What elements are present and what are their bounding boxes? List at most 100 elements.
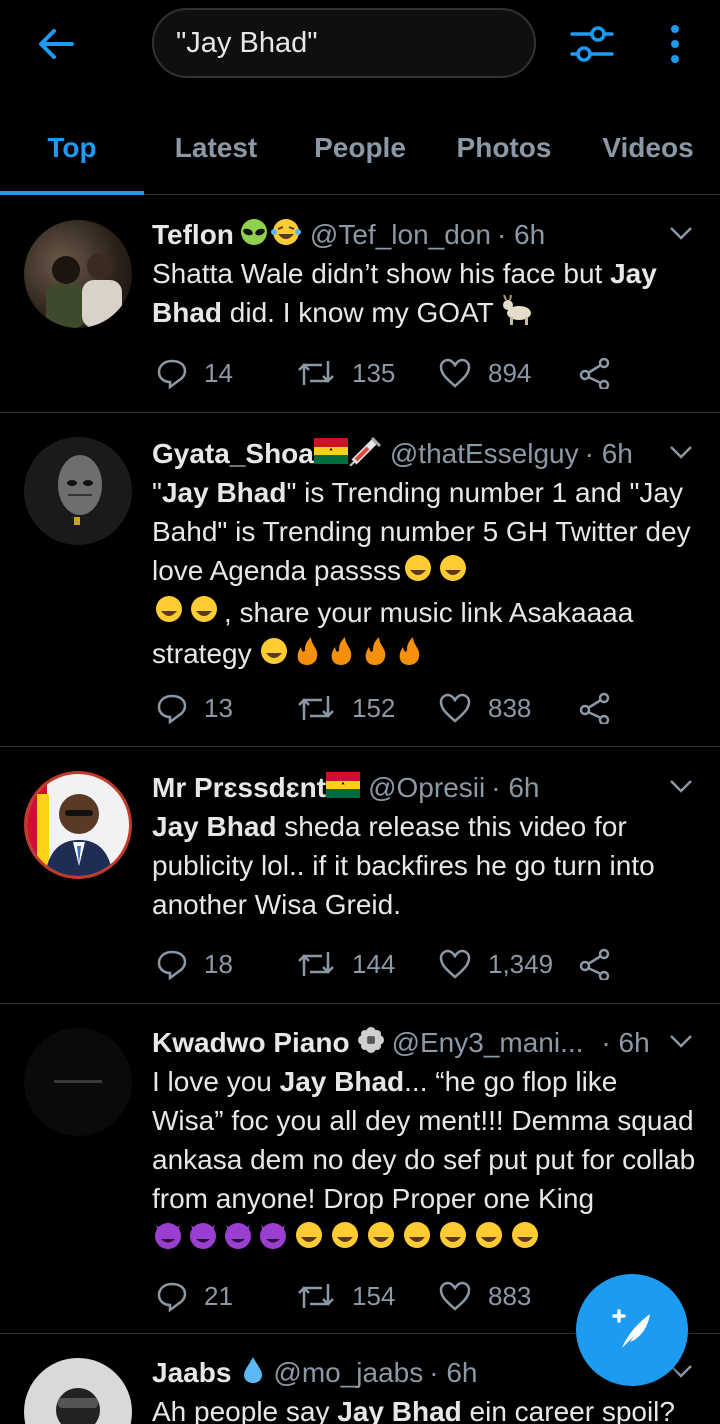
tab-top[interactable]: Top bbox=[0, 100, 144, 195]
search-input[interactable]: "Jay Bhad" bbox=[152, 8, 536, 78]
tweet-text-part: I love you bbox=[152, 1066, 280, 1097]
share-icon bbox=[579, 357, 610, 389]
tweet-text-part: Ah people say bbox=[152, 1396, 338, 1424]
like-button[interactable]: 1,349 bbox=[438, 944, 553, 984]
verified-flower-icon bbox=[357, 1026, 384, 1060]
like-button[interactable]: 894 bbox=[438, 353, 531, 393]
author-name[interactable]: Jaabs bbox=[152, 1357, 231, 1389]
retweet-count: 144 bbox=[352, 948, 396, 979]
tab-people[interactable]: People bbox=[288, 100, 432, 195]
share-button[interactable] bbox=[578, 688, 628, 728]
tweet-item[interactable]: Gyata_Shoa @thatEsselguy · 6h "Jay Bhad"… bbox=[0, 413, 720, 747]
share-icon bbox=[579, 692, 610, 724]
author-name[interactable]: Gyata_Shoa bbox=[152, 438, 314, 470]
author-handle[interactable]: @thatEsselguy bbox=[390, 438, 579, 470]
search-header: "Jay Bhad" bbox=[0, 0, 720, 92]
heart-icon bbox=[439, 949, 471, 979]
share-button[interactable] bbox=[578, 353, 628, 393]
author-name[interactable]: Mr Prɛssdɛnt bbox=[152, 772, 326, 804]
tweet-time: · 6h bbox=[496, 219, 546, 250]
reply-icon bbox=[157, 359, 187, 389]
reply-button[interactable]: 18 bbox=[156, 944, 233, 984]
retweet-icon bbox=[298, 696, 334, 720]
heart-icon bbox=[439, 1281, 471, 1311]
reply-icon bbox=[157, 694, 187, 724]
search-filter-icon[interactable] bbox=[566, 20, 618, 68]
tweet-text-part: Shatta Wale didn’t show his face but bbox=[152, 258, 611, 289]
reply-button[interactable]: 14 bbox=[156, 353, 233, 393]
tears-of-joy-emoji-icon bbox=[152, 594, 224, 634]
tweet-text-part: " bbox=[152, 477, 162, 508]
share-button[interactable] bbox=[578, 944, 628, 984]
author-handle[interactable]: @Eny3_mani... bbox=[392, 1027, 584, 1059]
tweet-item[interactable]: Teflon @Tef_lon_don · 6h Shatta Wale did… bbox=[0, 196, 720, 413]
retweet-icon bbox=[298, 952, 334, 976]
active-tab-indicator bbox=[0, 191, 144, 195]
tweet-text: Shatta Wale didn’t show his face but Jay… bbox=[152, 254, 696, 335]
tweet-text-part: ein career spoil? bbox=[461, 1396, 675, 1424]
retweet-icon bbox=[298, 1284, 334, 1308]
ghana-flag-emoji-icon bbox=[313, 437, 348, 471]
like-count: 838 bbox=[488, 692, 532, 723]
tab-videos[interactable]: Videos bbox=[576, 100, 720, 195]
retweet-icon bbox=[298, 361, 334, 385]
fire-emoji-icon bbox=[259, 635, 425, 677]
smiling-devil-emoji-icon bbox=[152, 1219, 292, 1261]
tab-photos[interactable]: Photos bbox=[432, 100, 576, 195]
tears-of-joy-emoji-icon bbox=[292, 1219, 540, 1261]
retweet-button[interactable]: 135 bbox=[296, 353, 395, 393]
tweet-text: "Jay Bhad" is Trending number 1 and "Jay… bbox=[152, 473, 696, 677]
avatar[interactable] bbox=[24, 771, 132, 879]
like-count: 1,349 bbox=[488, 948, 554, 979]
avatar[interactable] bbox=[24, 1358, 132, 1424]
tweet-time: · 6h bbox=[491, 772, 540, 803]
retweet-count: 135 bbox=[352, 357, 396, 388]
tweet-menu-chevron-icon[interactable] bbox=[666, 1026, 696, 1056]
avatar[interactable] bbox=[24, 1028, 132, 1136]
tweet-item[interactable]: Mr Prɛssdɛnt @Opresii · 6h Jay Bhad shed… bbox=[0, 747, 720, 1004]
overflow-menu-icon[interactable] bbox=[660, 20, 690, 68]
tears-of-joy-emoji-icon bbox=[270, 218, 302, 253]
share-icon bbox=[579, 948, 610, 980]
author-handle[interactable]: @Opresii bbox=[368, 772, 485, 804]
heart-icon bbox=[439, 693, 471, 723]
goat-emoji-icon bbox=[501, 294, 535, 335]
tweet-time: · 6h bbox=[429, 1357, 478, 1388]
syringe-emoji-icon bbox=[348, 436, 382, 473]
author-handle[interactable]: @mo_jaabs bbox=[273, 1357, 423, 1389]
tweet-time: · 6h bbox=[601, 1027, 650, 1058]
tweet-text-highlight: Jay Bhad bbox=[337, 1396, 462, 1424]
compose-tweet-button[interactable] bbox=[576, 1274, 688, 1386]
tab-latest[interactable]: Latest bbox=[144, 100, 288, 195]
back-arrow-icon[interactable] bbox=[32, 22, 80, 66]
tweet-menu-chevron-icon[interactable] bbox=[666, 437, 696, 467]
tweet-time: · 6h bbox=[584, 438, 633, 469]
reply-button[interactable]: 13 bbox=[156, 688, 233, 728]
reply-button[interactable]: 21 bbox=[156, 1276, 233, 1316]
reply-count: 14 bbox=[204, 357, 233, 388]
like-button[interactable]: 883 bbox=[438, 1276, 531, 1316]
tweet-text: Ah people say Jay Bhad ein career spoil? bbox=[152, 1392, 696, 1424]
tweet-text-highlight: Jay Bhad bbox=[152, 811, 277, 842]
like-count: 883 bbox=[488, 1280, 532, 1311]
reply-icon bbox=[157, 950, 187, 980]
reply-count: 18 bbox=[204, 948, 233, 979]
retweet-button[interactable]: 154 bbox=[296, 1276, 395, 1316]
tweet-text: Jay Bhad sheda release this video for pu… bbox=[152, 807, 696, 924]
tweet-text: I love you Jay Bhad... “he go flop like … bbox=[152, 1062, 696, 1261]
retweet-button[interactable]: 152 bbox=[296, 688, 395, 728]
retweet-button[interactable]: 144 bbox=[296, 944, 395, 984]
author-handle[interactable]: @Tef_lon_don bbox=[310, 219, 491, 251]
retweet-count: 154 bbox=[352, 1280, 396, 1311]
reply-count: 13 bbox=[204, 692, 233, 723]
avatar[interactable] bbox=[24, 220, 132, 328]
ghana-flag-emoji-icon bbox=[326, 771, 361, 805]
search-query-text: "Jay Bhad" bbox=[176, 26, 318, 59]
tweet-menu-chevron-icon[interactable] bbox=[666, 771, 696, 801]
avatar[interactable] bbox=[24, 437, 132, 545]
like-button[interactable]: 838 bbox=[438, 688, 531, 728]
author-name[interactable]: Kwadwo Piano bbox=[152, 1027, 350, 1059]
tweet-menu-chevron-icon[interactable] bbox=[666, 218, 696, 248]
author-name[interactable]: Teflon bbox=[152, 219, 234, 251]
tears-of-joy-emoji-icon bbox=[401, 553, 473, 593]
